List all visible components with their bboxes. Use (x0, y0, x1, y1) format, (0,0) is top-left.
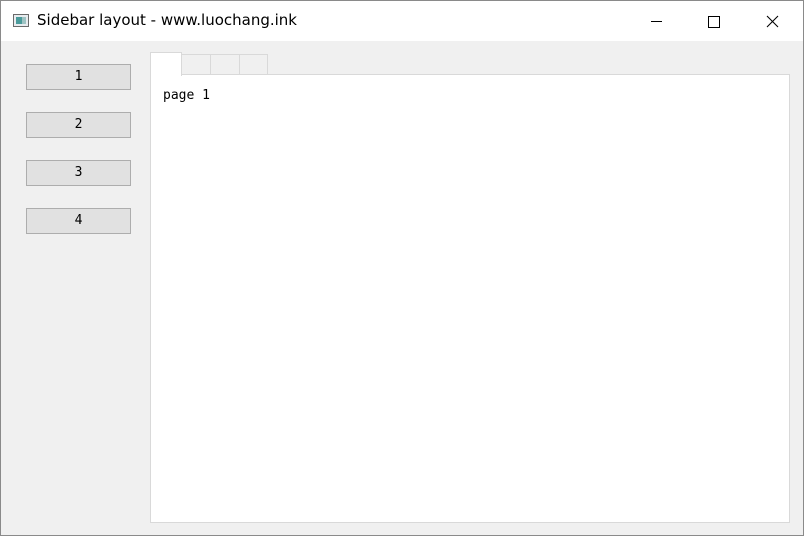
window-title: Sidebar layout - www.luochang.ink (37, 11, 297, 29)
sidebar-button-4[interactable]: 4 (26, 208, 131, 234)
tab-4[interactable] (239, 54, 268, 75)
title-bar[interactable]: Sidebar layout - www.luochang.ink (1, 1, 803, 41)
close-button[interactable] (743, 1, 801, 41)
maximize-icon (708, 16, 720, 28)
sidebar-button-1[interactable]: 1 (26, 64, 131, 90)
page-label: page 1 (163, 88, 210, 103)
tab-2[interactable] (181, 54, 211, 75)
tab-3[interactable] (210, 54, 240, 75)
minimize-button[interactable] (627, 1, 685, 41)
close-icon (766, 15, 779, 28)
sidebar-button-2[interactable]: 2 (26, 112, 131, 138)
sidebar-button-3[interactable]: 3 (26, 160, 131, 186)
app-window-icon[interactable] (13, 14, 29, 27)
minimize-icon (651, 21, 662, 22)
maximize-button[interactable] (685, 1, 743, 41)
app-window: Sidebar layout - www.luochang.ink 1 2 3 … (0, 0, 804, 536)
tab-1[interactable] (150, 52, 182, 76)
tab-content-panel: page 1 (150, 74, 790, 523)
